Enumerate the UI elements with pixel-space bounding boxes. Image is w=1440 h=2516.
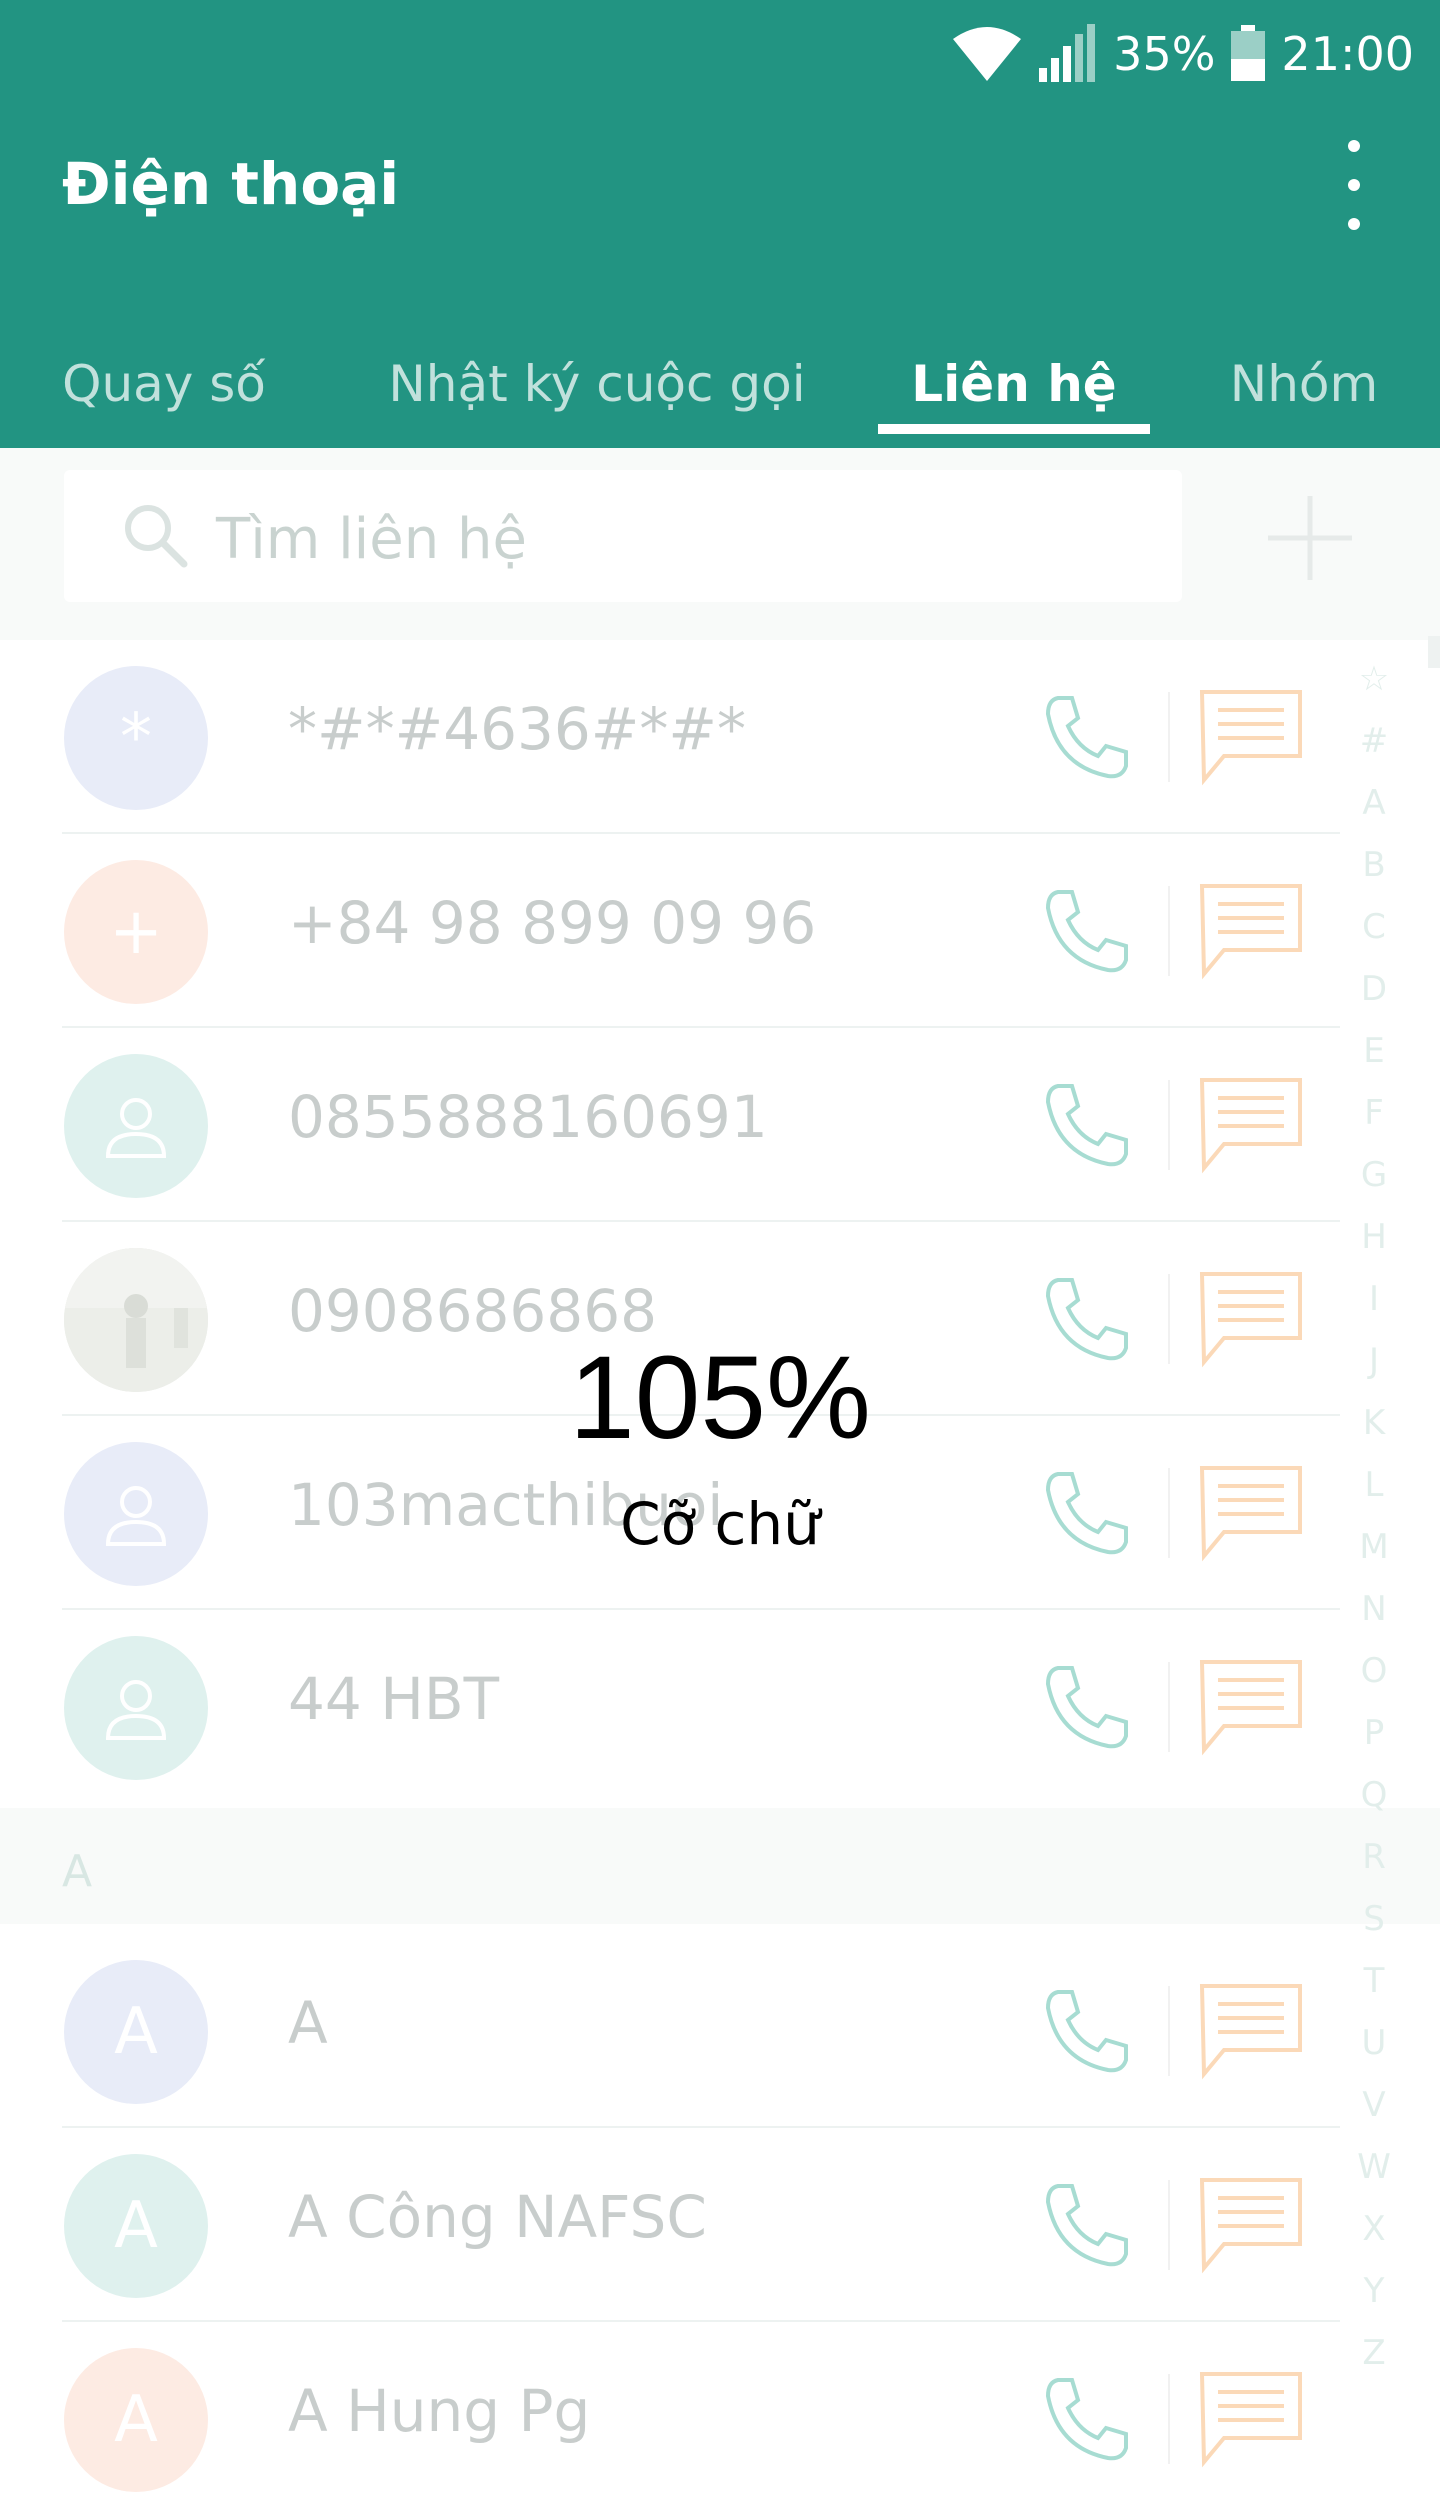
divider: [1168, 692, 1170, 782]
divider: [1168, 1662, 1170, 1752]
avatar-initial: +: [109, 895, 163, 969]
divider: [1168, 1080, 1170, 1170]
contact-name: A Công NAFSC: [288, 2183, 707, 2251]
message-icon[interactable]: [1196, 2368, 1306, 2468]
index-letter[interactable]: C: [1344, 896, 1404, 958]
contact-name: 44 HBT: [288, 1665, 500, 1733]
section-header: A: [0, 1808, 1440, 1924]
app-title: Điện thoại: [62, 150, 400, 218]
avatar: [64, 1636, 208, 1780]
active-tab-indicator: [878, 424, 1150, 434]
tab-call-log[interactable]: Nhật ký cuộc gọi: [380, 320, 814, 448]
avatar-initial: A: [114, 1995, 158, 2069]
tab-bar: Quay số Nhật ký cuộc gọi Liên hệ Nhóm: [0, 320, 1440, 448]
divider: [1168, 1986, 1170, 2076]
signal-icon: [1039, 24, 1096, 82]
search-placeholder: Tìm liên hệ: [216, 507, 527, 572]
font-size-label: Cỡ chữ: [620, 1490, 820, 1558]
message-icon[interactable]: [1196, 2174, 1306, 2274]
phone-icon[interactable]: [1038, 882, 1134, 978]
index-letter[interactable]: B: [1344, 834, 1404, 896]
contact-name: 0855888160691: [288, 1083, 768, 1151]
message-icon[interactable]: [1196, 1074, 1306, 1174]
phone-icon[interactable]: [1038, 688, 1134, 784]
avatar: A: [64, 2348, 208, 2492]
contact-name: A Hung Pg: [288, 2377, 591, 2445]
avatar-initial: A: [114, 2189, 158, 2263]
phone-icon[interactable]: [1038, 2176, 1134, 2272]
avatar-initial: *: [120, 701, 152, 775]
divider: [1168, 886, 1170, 976]
contact-name: +84 98 899 09 96: [288, 889, 817, 957]
index-letter[interactable]: G: [1344, 1144, 1404, 1206]
message-icon[interactable]: [1196, 1656, 1306, 1756]
tab-dialer[interactable]: Quay số: [44, 320, 284, 448]
status-bar: 35% 21:00: [951, 18, 1414, 90]
index-letter[interactable]: Y: [1344, 2260, 1404, 2322]
index-letter[interactable]: H: [1344, 1206, 1404, 1268]
index-letter[interactable]: E: [1344, 1020, 1404, 1082]
avatar: A: [64, 2154, 208, 2298]
index-letter[interactable]: #: [1344, 710, 1404, 772]
index-letter[interactable]: P: [1344, 1702, 1404, 1764]
index-letter[interactable]: R: [1344, 1826, 1404, 1888]
index-letter[interactable]: T: [1344, 1950, 1404, 2012]
avatar: [64, 1054, 208, 1198]
add-contact-icon[interactable]: [1260, 488, 1360, 588]
phone-icon[interactable]: [1038, 1076, 1134, 1172]
section-letter: A: [62, 1846, 93, 1897]
index-letter[interactable]: I: [1344, 1268, 1404, 1330]
battery-percent: 35%: [1113, 27, 1216, 81]
contact-row[interactable]: + +84 98 899 09 96: [0, 834, 1380, 1028]
avatar-initial: A: [114, 2383, 158, 2457]
index-favorites[interactable]: ☆: [1344, 648, 1404, 710]
index-letter[interactable]: Q: [1344, 1764, 1404, 1826]
search-icon: [125, 505, 188, 568]
clock: 21:00: [1281, 27, 1414, 81]
app-header: 35% 21:00 Điện thoại Quay số Nhật ký cuộ…: [0, 0, 1440, 448]
index-letter[interactable]: N: [1344, 1578, 1404, 1640]
index-letter[interactable]: D: [1344, 958, 1404, 1020]
contact-name: A: [288, 1989, 328, 2057]
message-icon[interactable]: [1196, 686, 1306, 786]
index-letter[interactable]: U: [1344, 2012, 1404, 2074]
index-letter[interactable]: V: [1344, 2074, 1404, 2136]
battery-icon: [1231, 25, 1266, 81]
scrollbar[interactable]: [1428, 636, 1440, 668]
index-letter[interactable]: S: [1344, 1888, 1404, 1950]
index-letter[interactable]: W: [1344, 2136, 1404, 2198]
font-size-value: 105%: [569, 1332, 871, 1464]
contact-row[interactable]: 0855888160691: [0, 1028, 1380, 1222]
index-letter[interactable]: Z: [1344, 2322, 1404, 2384]
contact-row[interactable]: * *#*#4636#*#*: [0, 640, 1380, 834]
overflow-menu-icon[interactable]: [1328, 140, 1380, 230]
phone-icon[interactable]: [1038, 2370, 1134, 2466]
message-icon[interactable]: [1196, 1980, 1306, 2080]
message-icon[interactable]: [1196, 880, 1306, 980]
contact-row[interactable]: A A Công NAFSC: [0, 2128, 1380, 2322]
index-letter[interactable]: F: [1344, 1082, 1404, 1144]
phone-icon[interactable]: [1038, 1658, 1134, 1754]
index-letter[interactable]: A: [1344, 772, 1404, 834]
divider: [1168, 2374, 1170, 2464]
avatar: +: [64, 860, 208, 1004]
phone-icon[interactable]: [1038, 1982, 1134, 2078]
index-letter[interactable]: X: [1344, 2198, 1404, 2260]
index-letter[interactable]: O: [1344, 1640, 1404, 1702]
wifi-icon: [953, 27, 1022, 81]
contact-name: *#*#4636#*#*: [288, 695, 746, 763]
avatar: A: [64, 1960, 208, 2104]
divider: [1168, 2180, 1170, 2270]
contact-row[interactable]: A A Hung Pg: [0, 2322, 1380, 2516]
contact-row[interactable]: 44 HBT: [0, 1610, 1380, 1804]
tab-groups[interactable]: Nhóm: [1220, 320, 1388, 448]
person-icon: [105, 1098, 167, 1158]
contact-row[interactable]: A A: [0, 1934, 1380, 2128]
avatar: *: [64, 666, 208, 810]
person-icon: [105, 1680, 167, 1740]
